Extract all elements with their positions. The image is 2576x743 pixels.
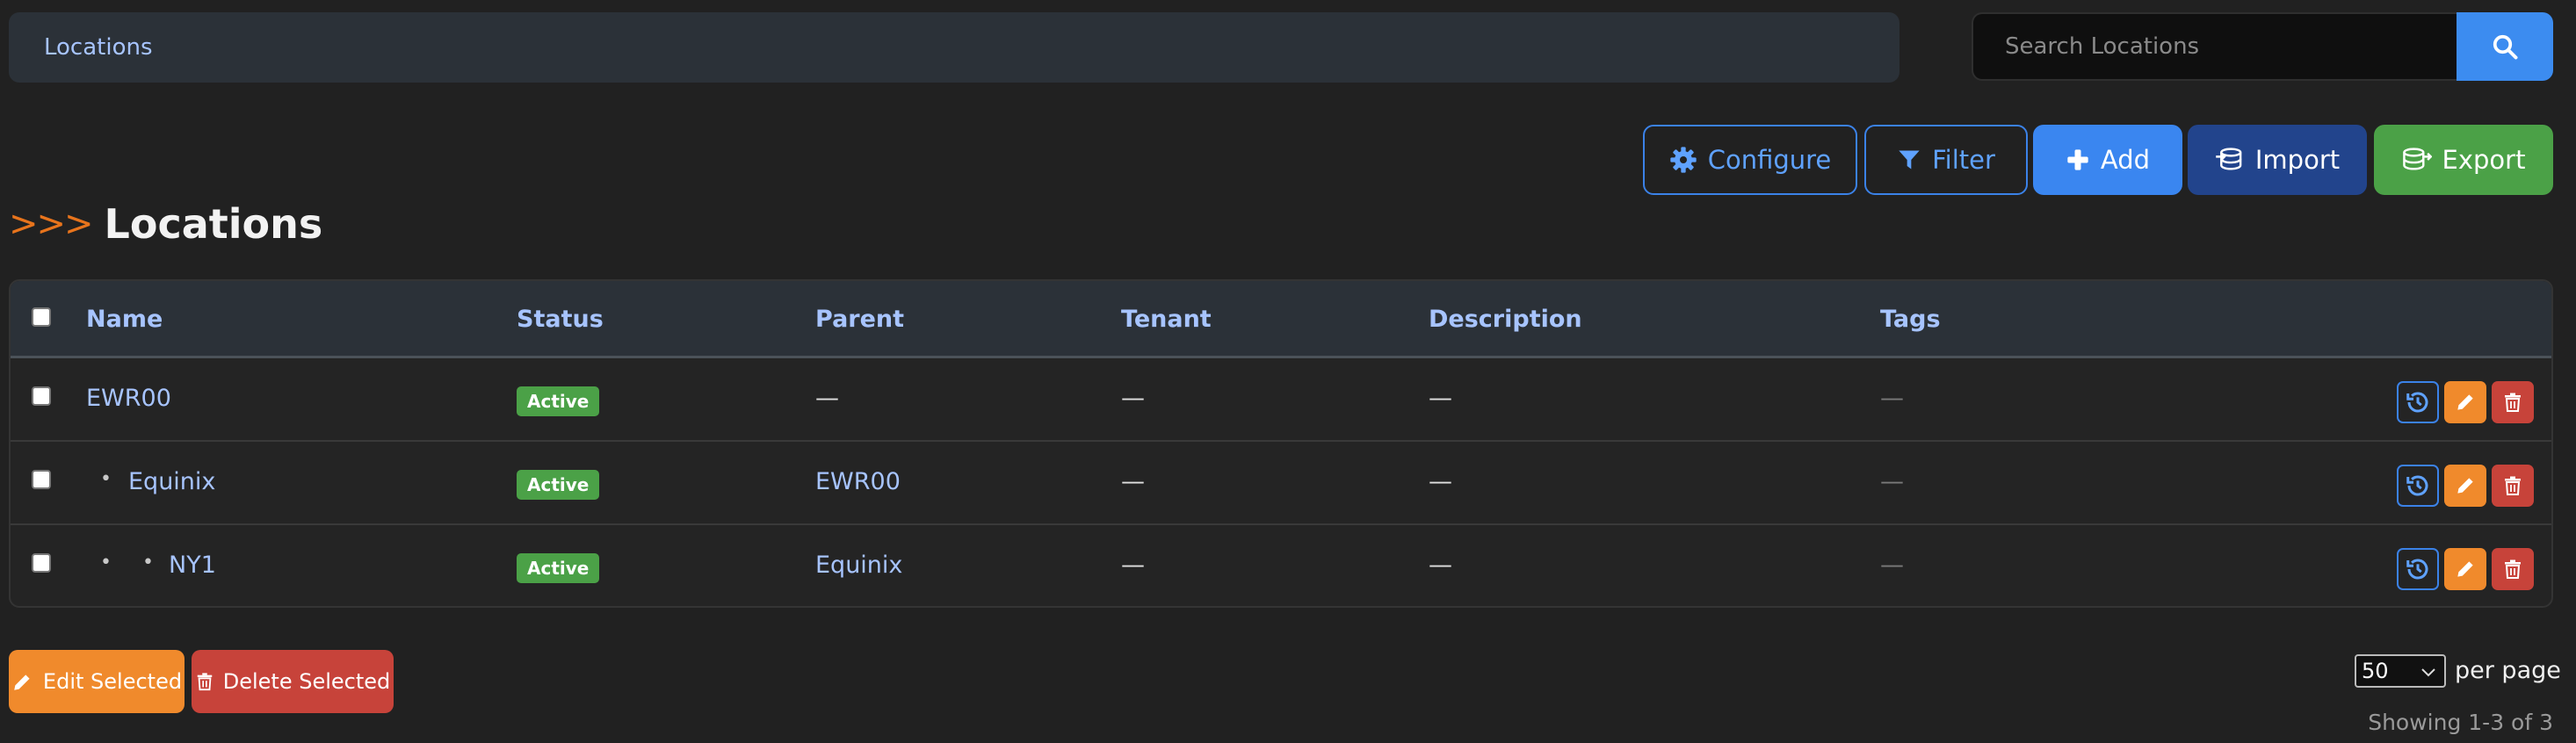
add-button[interactable]: Add	[2033, 125, 2182, 195]
tags-cell: —	[1880, 468, 1904, 495]
column-header-name[interactable]: Name	[86, 306, 163, 333]
edit-button[interactable]	[2444, 381, 2486, 423]
trash-icon	[2505, 393, 2521, 412]
location-name-link[interactable]: Equinix	[128, 468, 215, 495]
tree-depth-bullet: •	[100, 468, 112, 490]
filter-button[interactable]: Filter	[1864, 125, 2028, 195]
edit-selected-button[interactable]: Edit Selected	[9, 650, 185, 713]
description-cell: —	[1429, 468, 1452, 495]
pagination-summary: Showing 1-3 of 3	[2368, 710, 2553, 735]
locations-table: Name Status Parent Tenant Description Ta…	[9, 279, 2553, 608]
row-checkbox[interactable]	[32, 386, 51, 406]
row-checkbox[interactable]	[32, 553, 51, 573]
search-bar	[1972, 12, 2553, 81]
page-heading: >>> Locations	[9, 195, 322, 253]
trash-icon	[2505, 476, 2521, 495]
history-icon	[2406, 392, 2428, 413]
chevron-down-icon	[2421, 668, 2435, 677]
per-page-select[interactable]: 50	[2355, 654, 2446, 688]
filter-icon	[1899, 150, 1920, 170]
configure-button[interactable]: Configure	[1643, 125, 1857, 195]
pencil-icon	[2457, 478, 2473, 494]
tenant-cell: —	[1121, 468, 1145, 495]
plus-icon	[2067, 149, 2088, 170]
delete-selected-button[interactable]: Delete Selected	[192, 650, 394, 713]
search-input[interactable]	[1972, 12, 2457, 81]
edit-selected-label: Edit Selected	[42, 669, 183, 694]
history-icon	[2406, 475, 2428, 496]
table-row: • • NY1 Active Equinix — — —	[11, 525, 2551, 606]
description-cell: —	[1429, 552, 1452, 579]
export-button[interactable]: Export	[2374, 125, 2553, 195]
tree-depth-bullet: •	[142, 552, 154, 573]
delete-button[interactable]	[2492, 548, 2534, 590]
pencil-icon	[2457, 394, 2473, 410]
edit-button[interactable]	[2444, 548, 2486, 590]
changelog-button[interactable]	[2397, 381, 2439, 423]
heading-arrows: >>>	[9, 204, 94, 244]
table-row: EWR00 Active — — — —	[11, 358, 2551, 442]
edit-button[interactable]	[2444, 465, 2486, 507]
parent-link[interactable]: EWR00	[815, 468, 901, 495]
breadcrumb-item-locations[interactable]: Locations	[44, 34, 153, 61]
pencil-icon	[14, 674, 30, 690]
table-header: Name Status Parent Tenant Description Ta…	[11, 281, 2551, 358]
search-icon	[2493, 34, 2518, 60]
trash-icon	[2505, 559, 2521, 579]
location-name-link[interactable]: NY1	[169, 552, 216, 579]
column-header-tags[interactable]: Tags	[1880, 306, 1941, 333]
per-page-value: 50	[2362, 659, 2389, 683]
pencil-icon	[2457, 561, 2473, 577]
description-cell: —	[1429, 385, 1452, 412]
import-button[interactable]: Import	[2188, 125, 2367, 195]
tree-depth-bullet: •	[100, 552, 112, 573]
changelog-button[interactable]	[2397, 548, 2439, 590]
delete-selected-label: Delete Selected	[222, 669, 391, 694]
tenant-cell: —	[1121, 385, 1145, 412]
search-button[interactable]	[2457, 12, 2553, 81]
column-header-description[interactable]: Description	[1429, 306, 1582, 333]
status-badge: Active	[517, 386, 600, 416]
column-header-status[interactable]: Status	[517, 306, 604, 333]
column-header-parent[interactable]: Parent	[815, 306, 904, 333]
database-import-icon	[2216, 148, 2242, 170]
add-label: Add	[2100, 145, 2151, 175]
filter-label: Filter	[1932, 145, 1995, 175]
changelog-button[interactable]	[2397, 465, 2439, 507]
tags-cell: —	[1880, 385, 1904, 412]
status-badge: Active	[517, 553, 600, 583]
breadcrumb: Locations	[9, 12, 1899, 83]
gear-icon	[1670, 147, 1697, 173]
select-all-checkbox[interactable]	[32, 307, 51, 327]
export-label: Export	[2442, 145, 2526, 175]
parent-cell: —	[815, 385, 839, 412]
trash-icon	[197, 673, 212, 691]
status-badge: Active	[517, 470, 600, 500]
delete-button[interactable]	[2492, 381, 2534, 423]
location-name-link[interactable]: EWR00	[86, 385, 171, 412]
tags-cell: —	[1880, 552, 1904, 579]
row-checkbox[interactable]	[32, 470, 51, 489]
page-title: Locations	[104, 200, 323, 248]
tenant-cell: —	[1121, 552, 1145, 579]
database-export-icon	[2402, 148, 2432, 170]
delete-button[interactable]	[2492, 465, 2534, 507]
column-header-tenant[interactable]: Tenant	[1121, 306, 1212, 333]
history-icon	[2406, 559, 2428, 580]
configure-label: Configure	[1707, 145, 1832, 175]
parent-link[interactable]: Equinix	[815, 552, 902, 579]
table-row: • Equinix Active EWR00 — — —	[11, 442, 2551, 525]
import-label: Import	[2254, 145, 2341, 175]
per-page-label: per page	[2455, 657, 2561, 684]
